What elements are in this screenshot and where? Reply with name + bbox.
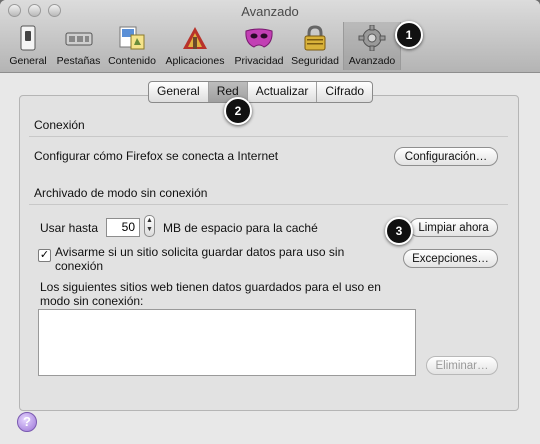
general-switch-icon: [13, 25, 43, 51]
offline-heading: Archivado de modo sin conexión: [34, 186, 208, 200]
remove-button[interactable]: Eliminar…: [426, 356, 498, 375]
use-up-to-label: Usar hasta: [40, 221, 99, 235]
toolbar-item-content[interactable]: Contenido: [105, 22, 159, 70]
offline-sites-list[interactable]: [38, 309, 416, 376]
cache-size-input[interactable]: 50: [106, 218, 140, 237]
preferences-window: Avanzado General Pestañas Contenido Apli: [0, 0, 540, 444]
checkmark-icon: ✓: [39, 249, 50, 261]
exceptions-button[interactable]: Excepciones…: [403, 249, 498, 268]
cache-units-label: MB de espacio para la caché: [163, 221, 318, 235]
title-bar: Avanzado: [0, 0, 540, 22]
toolbar-item-label: Avanzado: [348, 55, 396, 67]
connection-description: Configurar cómo Firefox se conecta a Int…: [34, 149, 279, 163]
tab-strip: General Red Actualizar Cifrado: [148, 81, 374, 103]
cache-size-stepper[interactable]: ▲ ▼: [144, 215, 155, 237]
annotation-badge-2: 2: [224, 97, 252, 125]
clear-now-button[interactable]: Limpiar ahora: [409, 218, 498, 237]
privacy-mask-icon: [244, 25, 274, 51]
toolbar-item-label: General: [9, 55, 47, 67]
toolbar-item-general[interactable]: General: [7, 22, 49, 70]
applications-icon: [180, 25, 210, 51]
annotation-badge-3: 3: [385, 217, 413, 245]
annotation-badge-1: 1: [395, 21, 423, 49]
toolbar-item-advanced[interactable]: Avanzado: [343, 22, 401, 70]
offline-sites-label-cont: modo sin conexión:: [40, 294, 144, 308]
offline-sites-label: Los siguientes sitios web tienen datos g…: [40, 280, 381, 294]
toolbar-item-label: Pestañas: [56, 55, 101, 67]
gear-icon: [357, 24, 387, 52]
tab-encryption[interactable]: Cifrado: [317, 82, 372, 102]
padlock-icon: [300, 25, 330, 51]
window-title: Avanzado: [241, 4, 299, 19]
toolbar-item-security[interactable]: Seguridad: [289, 22, 341, 70]
notify-offline-checkbox[interactable]: ✓: [38, 249, 51, 262]
divider: [29, 204, 508, 205]
tab-general[interactable]: General: [149, 82, 209, 102]
toolbar-item-privacy[interactable]: Privacidad: [232, 22, 286, 70]
preferences-toolbar: Avanzado General Pestañas Contenido Apli: [0, 0, 540, 73]
toolbar-item-applications[interactable]: Aplicaciones: [164, 22, 226, 70]
toolbar-item-label: Contenido: [108, 55, 156, 67]
divider: [29, 136, 508, 137]
pane-content: General Red Actualizar Cifrado 2 Conexió…: [0, 73, 540, 444]
help-button[interactable]: ?: [17, 412, 37, 432]
toolbar-item-label: Privacidad: [234, 55, 284, 67]
notify-offline-label: Avisarme si un sitio solicita guardar da…: [55, 245, 345, 259]
connection-settings-button[interactable]: Configuración…: [394, 147, 498, 166]
content-icon: [117, 25, 147, 51]
connection-heading: Conexión: [34, 118, 85, 132]
tabs-icon: [64, 25, 94, 51]
tab-update[interactable]: Actualizar: [248, 82, 318, 102]
toolbar-item-tabs[interactable]: Pestañas: [55, 22, 102, 70]
toolbar-item-label: Seguridad: [291, 55, 339, 67]
notify-offline-label-cont: conexión: [55, 259, 104, 273]
toolbar-item-label: Aplicaciones: [165, 55, 225, 67]
